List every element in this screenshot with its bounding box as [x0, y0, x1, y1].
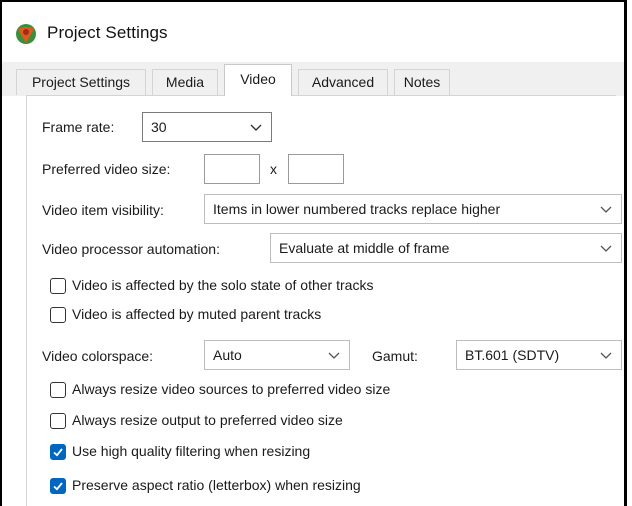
item-visibility-combo[interactable]: Items in lower numbered tracks replace h… [204, 194, 622, 224]
project-settings-window: Project Settings Project Settings Media … [0, 0, 627, 506]
tab-video[interactable]: Video [224, 64, 292, 96]
resize-output-label: Always resize output to preferred video … [72, 412, 343, 428]
reaper-logo-icon [16, 24, 36, 44]
frame-rate-label: Frame rate: [42, 119, 115, 135]
high-quality-filtering-label: Use high quality filtering when resizing [72, 443, 311, 459]
chevron-down-icon [600, 245, 612, 252]
frame-rate-combo[interactable]: 30 [142, 112, 272, 142]
preferred-width-input[interactable] [204, 154, 260, 184]
muted-parent-label: Video is affected by muted parent tracks [72, 306, 322, 322]
gamut-label: Gamut: [372, 348, 418, 364]
muted-parent-checkbox[interactable] [50, 307, 66, 323]
tab-strip: Project Settings Media Video Advanced No… [2, 62, 624, 96]
frame-rate-value: 30 [151, 119, 167, 135]
colorspace-value: Auto [213, 347, 242, 363]
colorspace-combo[interactable]: Auto [204, 340, 350, 370]
tab-notes[interactable]: Notes [394, 69, 450, 95]
processor-automation-combo[interactable]: Evaluate at middle of frame [270, 233, 622, 263]
gamut-combo[interactable]: BT.601 (SDTV) [456, 340, 622, 370]
chevron-down-icon [600, 352, 612, 359]
checkmark-icon [53, 482, 63, 491]
preserve-aspect-label: Preserve aspect ratio (letterbox) when r… [72, 477, 361, 493]
chevron-down-icon [328, 352, 340, 359]
resize-output-checkbox[interactable] [50, 413, 66, 429]
solo-state-label: Video is affected by the solo state of o… [72, 277, 374, 293]
chevron-down-icon [250, 124, 262, 131]
processor-automation-value: Evaluate at middle of frame [279, 240, 450, 256]
high-quality-filtering-checkbox[interactable] [50, 444, 66, 460]
resize-sources-label: Always resize video sources to preferred… [72, 381, 391, 397]
checkmark-icon [53, 448, 63, 457]
tab-media[interactable]: Media [152, 69, 218, 95]
processor-automation-label: Video processor automation: [42, 241, 220, 257]
size-separator: x [270, 161, 277, 177]
solo-state-checkbox[interactable] [50, 278, 66, 294]
tab-project-settings[interactable]: Project Settings [16, 69, 146, 95]
preferred-size-label: Preferred video size: [42, 161, 171, 177]
title-bar[interactable]: Project Settings [2, 2, 624, 62]
item-visibility-value: Items in lower numbered tracks replace h… [213, 201, 501, 217]
chevron-down-icon [600, 206, 612, 213]
preserve-aspect-checkbox[interactable] [50, 478, 66, 494]
tab-advanced[interactable]: Advanced [298, 69, 388, 95]
gamut-value: BT.601 (SDTV) [465, 347, 560, 363]
colorspace-label: Video colorspace: [42, 348, 154, 364]
preferred-height-input[interactable] [288, 154, 344, 184]
resize-sources-checkbox[interactable] [50, 382, 66, 398]
item-visibility-label: Video item visibility: [42, 202, 164, 218]
window-title: Project Settings [47, 23, 168, 42]
